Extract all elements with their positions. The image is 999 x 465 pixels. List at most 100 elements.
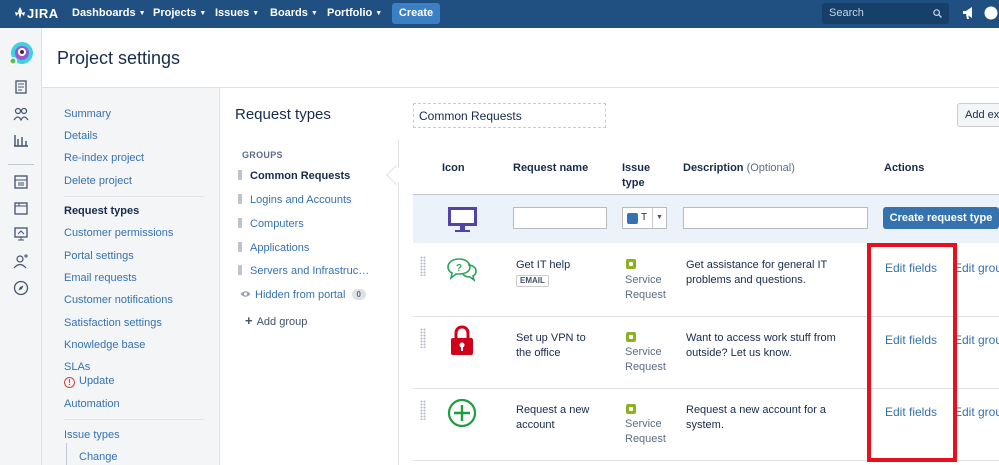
nav-customer-permissions[interactable]: Customer permissions [64,227,173,239]
drag-handle-icon[interactable] [238,218,242,228]
request-description: Want to access work stuff from outside? … [686,332,836,359]
request-name: Get IT help [516,259,571,271]
edit-groups-link[interactable]: Edit grou [954,261,999,275]
selected-group-pointer [386,165,406,185]
row-drag-handle-icon[interactable] [420,400,426,420]
people-icon[interactable] [13,106,29,122]
nav-issue-types[interactable]: Issue types [64,429,120,441]
page-title: Project settings [57,48,181,68]
nav-satisfaction-settings[interactable]: Satisfaction settings [64,317,162,329]
nav-boards[interactable]: Boards ▼ [270,7,318,19]
channels-icon[interactable] [13,226,29,242]
nav-portfolio[interactable]: Portfolio ▼ [327,7,382,19]
email-badge: EMAIL [516,275,549,287]
service-request-icon [626,259,636,269]
nav-projects[interactable]: Projects ▼ [153,7,206,19]
group-label: Logins and Accounts [250,194,352,206]
nav-change[interactable]: Change [79,451,118,463]
description-input[interactable] [683,207,868,229]
eye-hidden-icon [240,291,251,297]
nav-issues[interactable]: Issues ▼ [215,7,259,19]
nav-issues-label: Issues [215,7,250,19]
table-row: Get IT help EMAIL [516,258,570,288]
jira-logo[interactable]: JIRA [15,6,59,21]
group-name-field[interactable]: Common Requests [413,103,606,128]
nav-customer-notifications[interactable]: Customer notifications [64,294,173,306]
drag-handle-icon[interactable] [238,265,242,275]
lock-icon [451,325,473,355]
service-request-icon [626,332,636,342]
plus-icon: + [245,313,253,328]
nav-dashboards[interactable]: Dashboards ▼ [72,7,146,19]
nav-reindex-project[interactable]: Re-index project [64,152,144,164]
nav-projects-label: Projects [153,7,197,19]
optional-label: (Optional) [746,162,795,174]
reports-icon[interactable] [13,132,29,148]
group-servers-and-infrastructure[interactable]: Servers and Infrastruct… [238,265,370,277]
group-common-requests[interactable]: Common Requests [238,170,370,182]
group-label: Applications [250,242,310,254]
search-placeholder: Search [829,7,864,19]
drag-handle-icon[interactable] [238,242,242,252]
add-customer-icon[interactable] [13,253,29,269]
group-logins-and-accounts[interactable]: Logins and Accounts [238,194,370,206]
issue-type-label: Service Request [625,418,666,445]
nav-delete-project[interactable]: Delete project [64,175,132,187]
warning-icon: ! [64,377,75,388]
nav-details[interactable]: Details [64,130,98,142]
project-avatar[interactable] [8,41,34,67]
edit-groups-link[interactable]: Edit grou [954,405,999,419]
compass-icon[interactable] [13,280,29,296]
search-input[interactable]: Search [822,3,949,24]
row-drag-handle-icon[interactable] [420,328,426,348]
plus-circle-icon [447,398,477,428]
column-header-issue-type: Issue type [622,162,651,189]
queues-icon[interactable] [13,174,29,190]
nav-email-requests[interactable]: Email requests [64,272,137,284]
drag-handle-icon[interactable] [238,170,242,180]
chat-help-icon: ? [447,258,477,282]
nav-summary[interactable]: Summary [64,108,111,120]
hidden-count-badge: 0 [351,289,366,300]
group-label: Servers and Infrastruct… [250,265,370,277]
chevron-down-icon: ▼ [199,10,207,17]
chevron-down-icon: ▼ [310,10,318,17]
create-request-type-button[interactable]: Create request type [883,207,999,229]
nav-slas[interactable]: SLAs [64,361,90,373]
group-hidden-from-portal[interactable]: Hidden from portal 0 [240,289,390,301]
add-group-label: Add group [256,316,308,328]
nav-automation[interactable]: Automation [64,398,120,410]
project-settings-nav: Summary Details Re-index project Delete … [42,88,220,465]
row-drag-handle-icon[interactable] [420,256,426,276]
jira-logo-icon [15,7,25,19]
drag-handle-icon[interactable] [238,194,242,204]
add-existing-button[interactable]: Add exi [957,103,999,127]
column-header-description: Description (Optional) [683,161,795,176]
request-name-input[interactable] [513,207,607,229]
description-header-label: Description [683,162,744,174]
nav-slas-update[interactable]: ! Update [64,375,114,388]
sidebar-divider [8,164,34,165]
nav-request-types[interactable]: Request types [64,205,139,217]
group-label: Computers [250,218,304,230]
edit-groups-link[interactable]: Edit grou [954,333,999,347]
issue-type-select[interactable]: T ▼ [622,207,667,229]
help-icon[interactable] [984,6,998,20]
issue-type-value: T [641,212,648,223]
nav-divider [64,196,204,197]
project-avatar-icon [9,42,33,65]
column-header-actions: Actions [884,162,925,174]
nav-knowledge-base[interactable]: Knowledge base [64,339,145,351]
create-button[interactable]: Create [392,3,440,24]
monitor-icon[interactable] [447,206,478,233]
group-computers[interactable]: Computers [238,218,370,230]
logo-text: JIRA [27,6,59,21]
nav-dashboards-label: Dashboards [72,7,136,19]
megaphone-icon[interactable] [962,6,976,20]
nav-portal-settings[interactable]: Portal settings [64,250,134,262]
issues-icon[interactable] [13,79,29,95]
group-applications[interactable]: Applications [238,242,370,254]
add-group-button[interactable]: + Add group [245,313,307,328]
column-header-icon: Icon [442,162,465,174]
knowledge-icon[interactable] [13,200,29,216]
